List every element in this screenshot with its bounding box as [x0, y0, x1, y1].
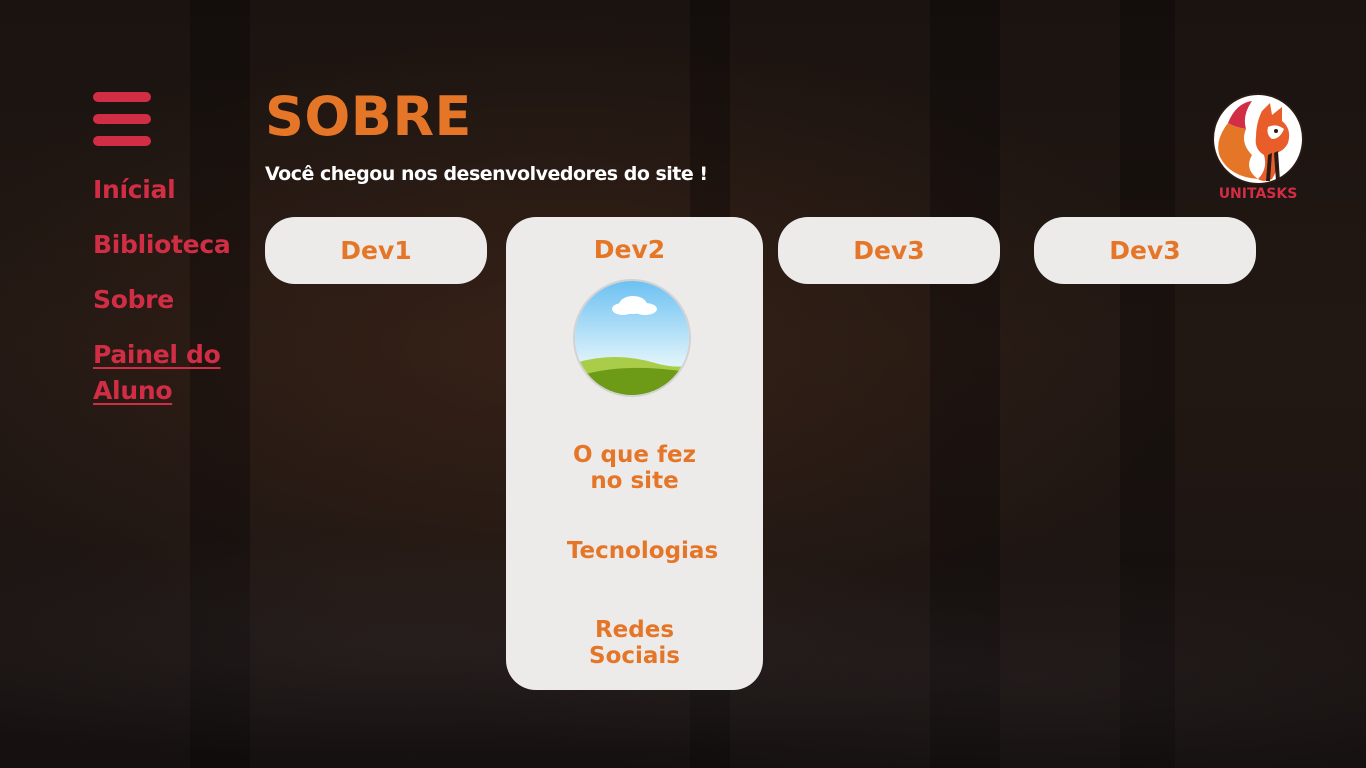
- side-nav: Inícial Biblioteca Sobre Painel do Aluno: [93, 172, 243, 428]
- card-item-line: no site: [590, 468, 679, 494]
- page-title: SOBRE: [265, 85, 472, 148]
- logo-text: UNITASKS: [1218, 186, 1298, 202]
- avatar-image: [575, 281, 689, 395]
- dev-card-title: Dev2: [593, 235, 666, 264]
- dev-tab-1[interactable]: Dev1: [265, 217, 487, 284]
- dev-card-expanded[interactable]: Dev2 O que fez no site Tecnologias Redes…: [506, 217, 763, 690]
- card-item-line: O que fez: [573, 442, 696, 468]
- dev-tab-3[interactable]: Dev3: [778, 217, 1000, 284]
- nav-item-inicial[interactable]: Inícial: [93, 172, 243, 208]
- page-subtitle: Você chegou nos desenvolvedores do site …: [265, 163, 708, 185]
- nav-item-biblioteca[interactable]: Biblioteca: [93, 227, 243, 263]
- card-item-tecnologias[interactable]: Tecnologias: [514, 538, 771, 564]
- hamburger-bar: [93, 114, 151, 124]
- hamburger-bar: [93, 136, 151, 146]
- hamburger-icon[interactable]: [93, 92, 151, 147]
- nav-item-sobre[interactable]: Sobre: [93, 282, 243, 318]
- nav-item-painel-do-aluno[interactable]: Painel do Aluno: [93, 337, 243, 409]
- dev-tab-4[interactable]: Dev3: [1034, 217, 1256, 284]
- avatar-placeholder-icon: [573, 279, 691, 397]
- card-item-o-que-fez[interactable]: O que fez no site: [506, 442, 763, 494]
- card-item-redes-sociais[interactable]: Redes Sociais: [506, 617, 763, 669]
- logo-graphic: [1212, 93, 1304, 185]
- card-item-line: Sociais: [589, 643, 680, 669]
- card-item-line: Tecnologias: [566, 538, 719, 564]
- hamburger-bar: [93, 92, 151, 102]
- card-item-line: Redes: [594, 617, 675, 643]
